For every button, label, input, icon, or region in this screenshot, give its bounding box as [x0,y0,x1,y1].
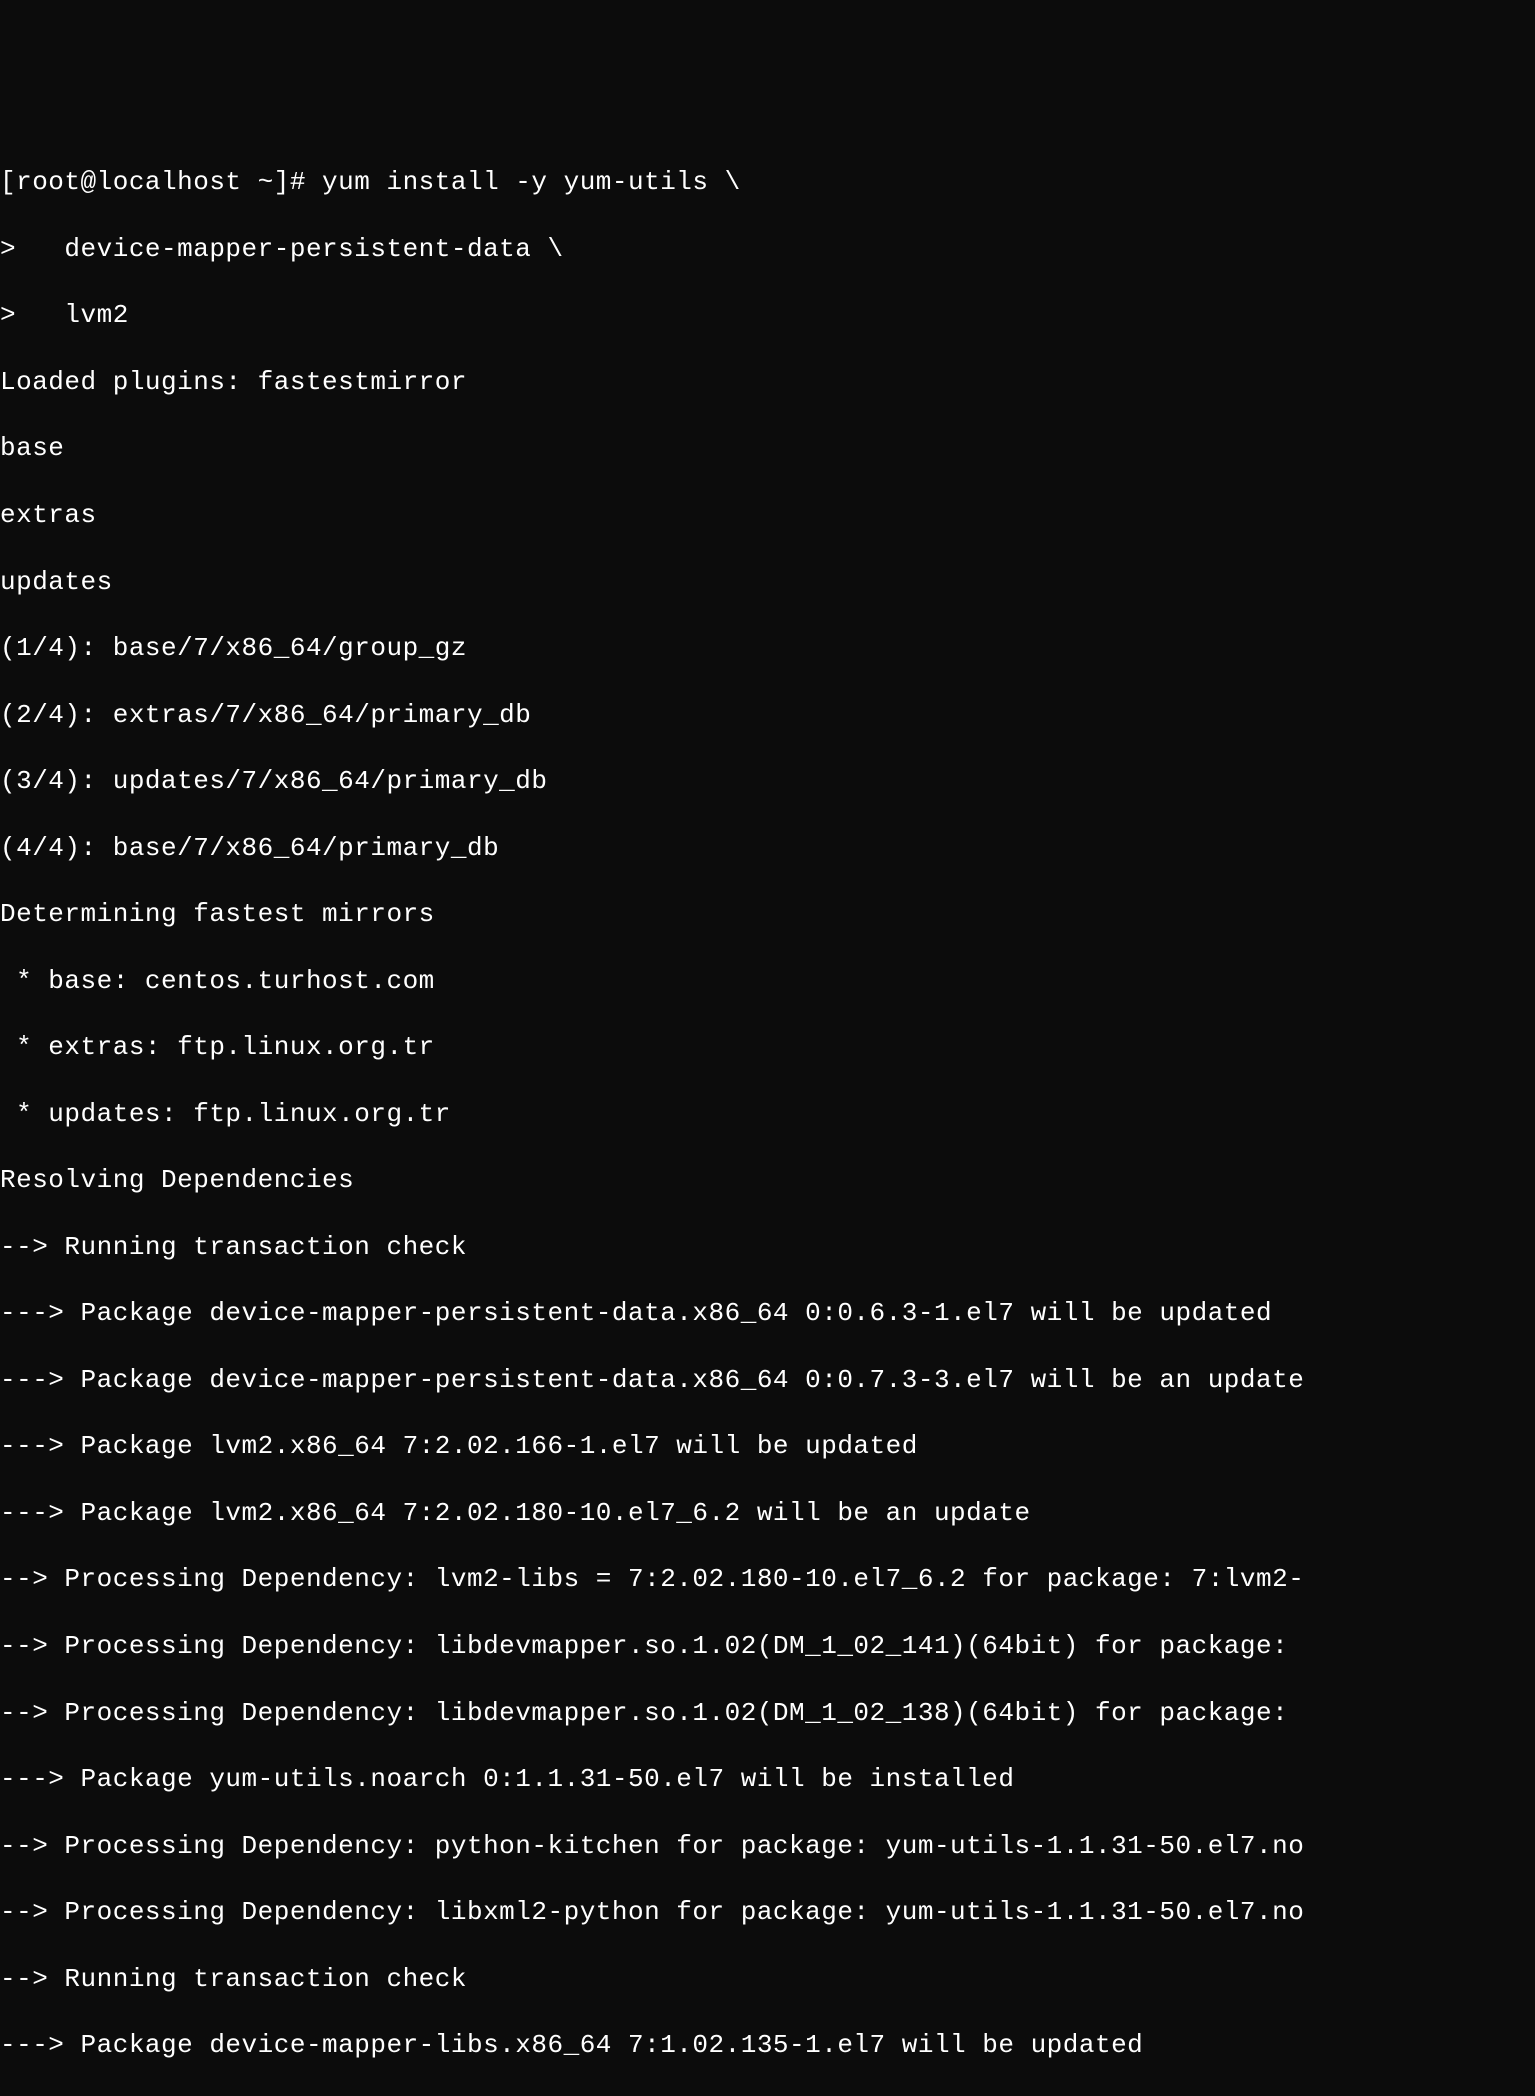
terminal-line: ---> Package device-mapper-persistent-da… [0,1297,1535,1330]
terminal-line: (2/4): extras/7/x86_64/primary_db [0,699,1535,732]
terminal-line: --> Processing Dependency: python-kitche… [0,1830,1535,1863]
terminal-line: (4/4): base/7/x86_64/primary_db [0,832,1535,865]
terminal-line: [root@localhost ~]# yum install -y yum-u… [0,166,1535,199]
terminal-line: base [0,432,1535,465]
terminal-line: --> Processing Dependency: lvm2-libs = 7… [0,1563,1535,1596]
terminal-line: ---> Package yum-utils.noarch 0:1.1.31-5… [0,1763,1535,1796]
terminal-line: ---> Package lvm2.x86_64 7:2.02.166-1.el… [0,1430,1535,1463]
terminal-line: extras [0,499,1535,532]
terminal-line: --> Processing Dependency: libdevmapper.… [0,1630,1535,1663]
terminal-line: * extras: ftp.linux.org.tr [0,1031,1535,1064]
terminal-line: Loaded plugins: fastestmirror [0,366,1535,399]
terminal-line: ---> Package device-mapper-libs.x86_64 7… [0,2029,1535,2062]
terminal-line: > device-mapper-persistent-data \ [0,233,1535,266]
terminal-line: (1/4): base/7/x86_64/group_gz [0,632,1535,665]
terminal-line: * updates: ftp.linux.org.tr [0,1098,1535,1131]
terminal-line: --> Processing Dependency: libdevmapper.… [0,1697,1535,1730]
terminal-line: Determining fastest mirrors [0,898,1535,931]
terminal-line: updates [0,566,1535,599]
terminal-line: Resolving Dependencies [0,1164,1535,1197]
terminal-line: > lvm2 [0,299,1535,332]
terminal-line: * base: centos.turhost.com [0,965,1535,998]
terminal-line: (3/4): updates/7/x86_64/primary_db [0,765,1535,798]
terminal-line: ---> Package lvm2.x86_64 7:2.02.180-10.e… [0,1497,1535,1530]
terminal-line: ---> Package device-mapper-persistent-da… [0,1364,1535,1397]
terminal-line: --> Running transaction check [0,1963,1535,1996]
terminal-window[interactable]: [root@localhost ~]# yum install -y yum-u… [0,133,1535,1284]
terminal-line: --> Running transaction check [0,1231,1535,1264]
terminal-line: --> Processing Dependency: libxml2-pytho… [0,1896,1535,1929]
